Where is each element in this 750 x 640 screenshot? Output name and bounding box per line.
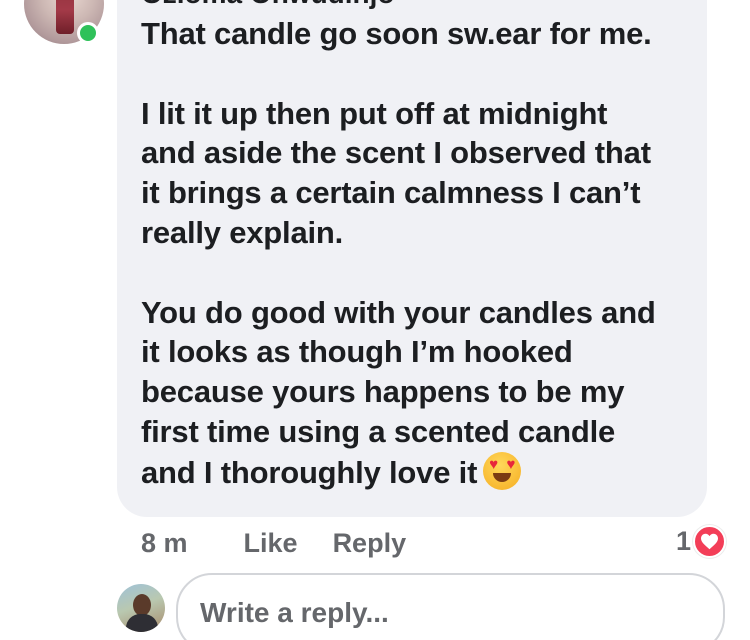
reaction-count: 1 (675, 526, 691, 556)
comment-actions: 8 m Like Reply (141, 526, 406, 560)
heart-icon (693, 525, 726, 558)
avatar-photo-body (126, 614, 158, 632)
comment-paragraph: I lit it up then put off at midnight and… (141, 95, 651, 250)
comment-author-name[interactable]: Ozioma Onwudinjo (141, 0, 395, 10)
like-button[interactable]: Like (244, 528, 298, 559)
comment-paragraph: That candle go soon sw.ear for me. (141, 16, 652, 51)
current-user-avatar[interactable] (117, 584, 165, 632)
comment-thread: Ozioma Onwudinjo That candle go soon sw.… (0, 0, 750, 640)
avatar-photo-face (133, 594, 151, 616)
comment-paragraph-text: You do good with your candles and it loo… (141, 294, 656, 490)
comment-timestamp[interactable]: 8 m (141, 528, 188, 559)
online-status-indicator (77, 22, 99, 44)
avatar-photo-figure (56, 0, 74, 34)
reply-input[interactable] (176, 573, 725, 640)
reply-button[interactable]: Reply (333, 528, 407, 559)
comment-body: That candle go soon sw.ear for me. I lit… (141, 14, 701, 493)
comment-paragraph-last: You do good with your candles and it loo… (141, 293, 701, 493)
reaction-summary[interactable]: 1 (676, 525, 726, 558)
heart-eyes-emoji-icon (483, 451, 522, 490)
